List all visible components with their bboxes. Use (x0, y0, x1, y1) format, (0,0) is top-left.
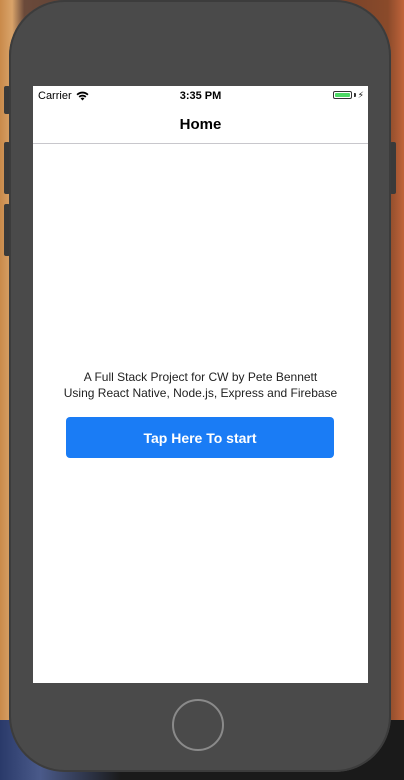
battery-tip (353, 93, 356, 97)
phone-screen: Carrier 3:35 PM ⚡ Home A Full Stack Proj… (33, 86, 368, 683)
navigation-bar: Home (33, 106, 368, 144)
battery-level (334, 93, 350, 97)
bolt-icon: ⚡ (357, 90, 364, 100)
status-time: 3:35 PM (179, 90, 222, 102)
intro-text: A Full Stack Project for CW by Pete Benn… (33, 369, 368, 401)
intro-line-2: Using React Native, Node.js, Express and… (63, 386, 338, 400)
battery-icon (332, 91, 352, 99)
page-title: Home (179, 116, 222, 133)
status-bar: Carrier 3:35 PM ⚡ (33, 86, 368, 106)
intro-line-1: A Full Stack Project for CW by Pete Benn… (83, 370, 318, 384)
battery-indicator: ⚡ (332, 90, 364, 100)
home-button[interactable] (172, 699, 224, 751)
start-button[interactable]: Tap Here To start (66, 417, 334, 458)
